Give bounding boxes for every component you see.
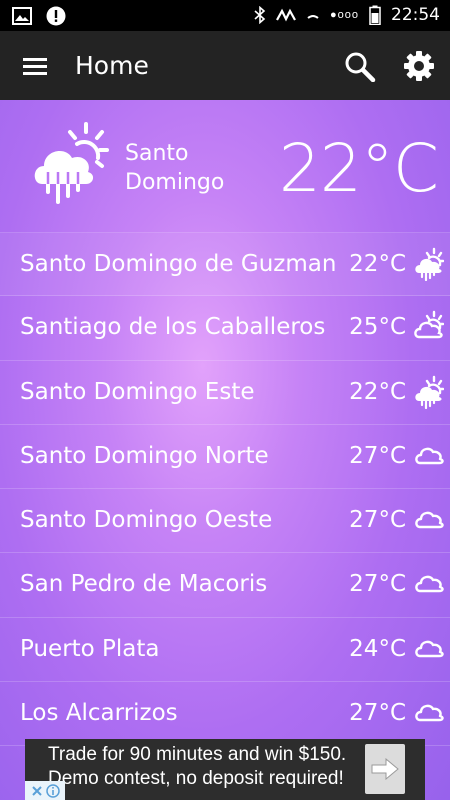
current-city-line2: Domingo	[125, 170, 225, 195]
cloud-icon	[415, 511, 444, 529]
city-name: San Pedro de Macoris	[20, 571, 268, 598]
cloud-icon	[415, 640, 444, 657]
city-name: Santo Domingo Norte	[20, 442, 269, 469]
list-item[interactable]: Santo Domingo Este 22°C	[0, 361, 450, 425]
city-name: Santo Domingo Este	[20, 378, 255, 405]
current-city-line1: Santo	[125, 141, 189, 166]
city-temperature: 25°C	[349, 314, 406, 341]
city-name: Santo Domingo Oeste	[20, 507, 273, 534]
city-temperature: 22°C	[349, 251, 406, 277]
city-name: Santiago de los Caballeros	[20, 314, 326, 341]
ad-arrow-button[interactable]	[365, 744, 405, 794]
list-item[interactable]: Santo Domingo Norte 27°C	[0, 425, 450, 490]
alert-icon	[46, 6, 66, 26]
list-item[interactable]: Santiago de los Caballeros 25°C	[0, 296, 450, 361]
settings-icon[interactable]	[402, 49, 436, 83]
partly-sunny-icon	[414, 311, 444, 339]
close-icon[interactable]	[31, 785, 43, 797]
ad-text-line1: Trade for 90 minutes and win $150.	[48, 744, 347, 765]
ad-text-line2: Demo contest, no deposit required!	[48, 768, 344, 789]
current-weather[interactable]: Santo Domingo 22°C	[0, 100, 450, 232]
arrow-right-icon	[371, 758, 399, 780]
page-title: Home	[75, 51, 149, 80]
city-name: Los Alcarrizos	[20, 700, 178, 727]
list-item[interactable]: Los Alcarrizos 27°C	[0, 682, 450, 747]
bluetooth-icon	[254, 6, 266, 24]
wifi-icon	[307, 15, 319, 19]
battery-icon	[369, 5, 381, 25]
current-temperature: 22°C	[278, 130, 439, 207]
menu-icon[interactable]	[20, 53, 50, 79]
info-icon[interactable]	[45, 783, 60, 798]
ad-choices[interactable]	[25, 781, 65, 800]
status-bar: ●ooo 22:54	[0, 0, 450, 31]
partly-sunny-rain-icon	[415, 247, 444, 281]
image-icon	[12, 7, 32, 25]
list-item[interactable]: Puerto Plata 24°C	[0, 618, 450, 683]
city-list: Santo Domingo de Guzman 22°C Santiago de l…	[0, 232, 450, 747]
cloud-icon	[415, 576, 444, 593]
clock: 22:54	[391, 5, 440, 25]
main-content: Santo Domingo 22°C Santo Domingo de Guzm…	[0, 100, 450, 800]
cloud-icon	[415, 447, 444, 465]
signal-indicator: ●ooo	[330, 9, 359, 21]
list-item[interactable]: San Pedro de Macoris 27°C	[0, 553, 450, 618]
cloud-icon	[415, 704, 444, 722]
list-item[interactable]: Santo Domingo de Guzman 22°C	[0, 232, 450, 297]
city-name: Puerto Plata	[20, 635, 160, 662]
city-temperature: 22°C	[349, 378, 406, 405]
city-temperature: 27°C	[349, 571, 406, 598]
city-temperature: 27°C	[349, 507, 406, 534]
city-name: Santo Domingo de Guzman	[20, 251, 337, 277]
partly-sunny-rain-icon	[34, 122, 109, 204]
search-icon[interactable]	[342, 50, 378, 82]
partly-sunny-rain-icon	[415, 375, 444, 409]
ad-banner[interactable]: Trade for 90 minutes and win $150. Demo …	[25, 739, 425, 800]
list-item[interactable]: Santo Domingo Oeste 27°C	[0, 489, 450, 554]
app-bar: Home	[0, 31, 450, 100]
city-temperature: 24°C	[349, 635, 406, 662]
nfc-icon	[276, 8, 296, 22]
city-temperature: 27°C	[349, 442, 406, 469]
city-temperature: 27°C	[349, 700, 406, 727]
